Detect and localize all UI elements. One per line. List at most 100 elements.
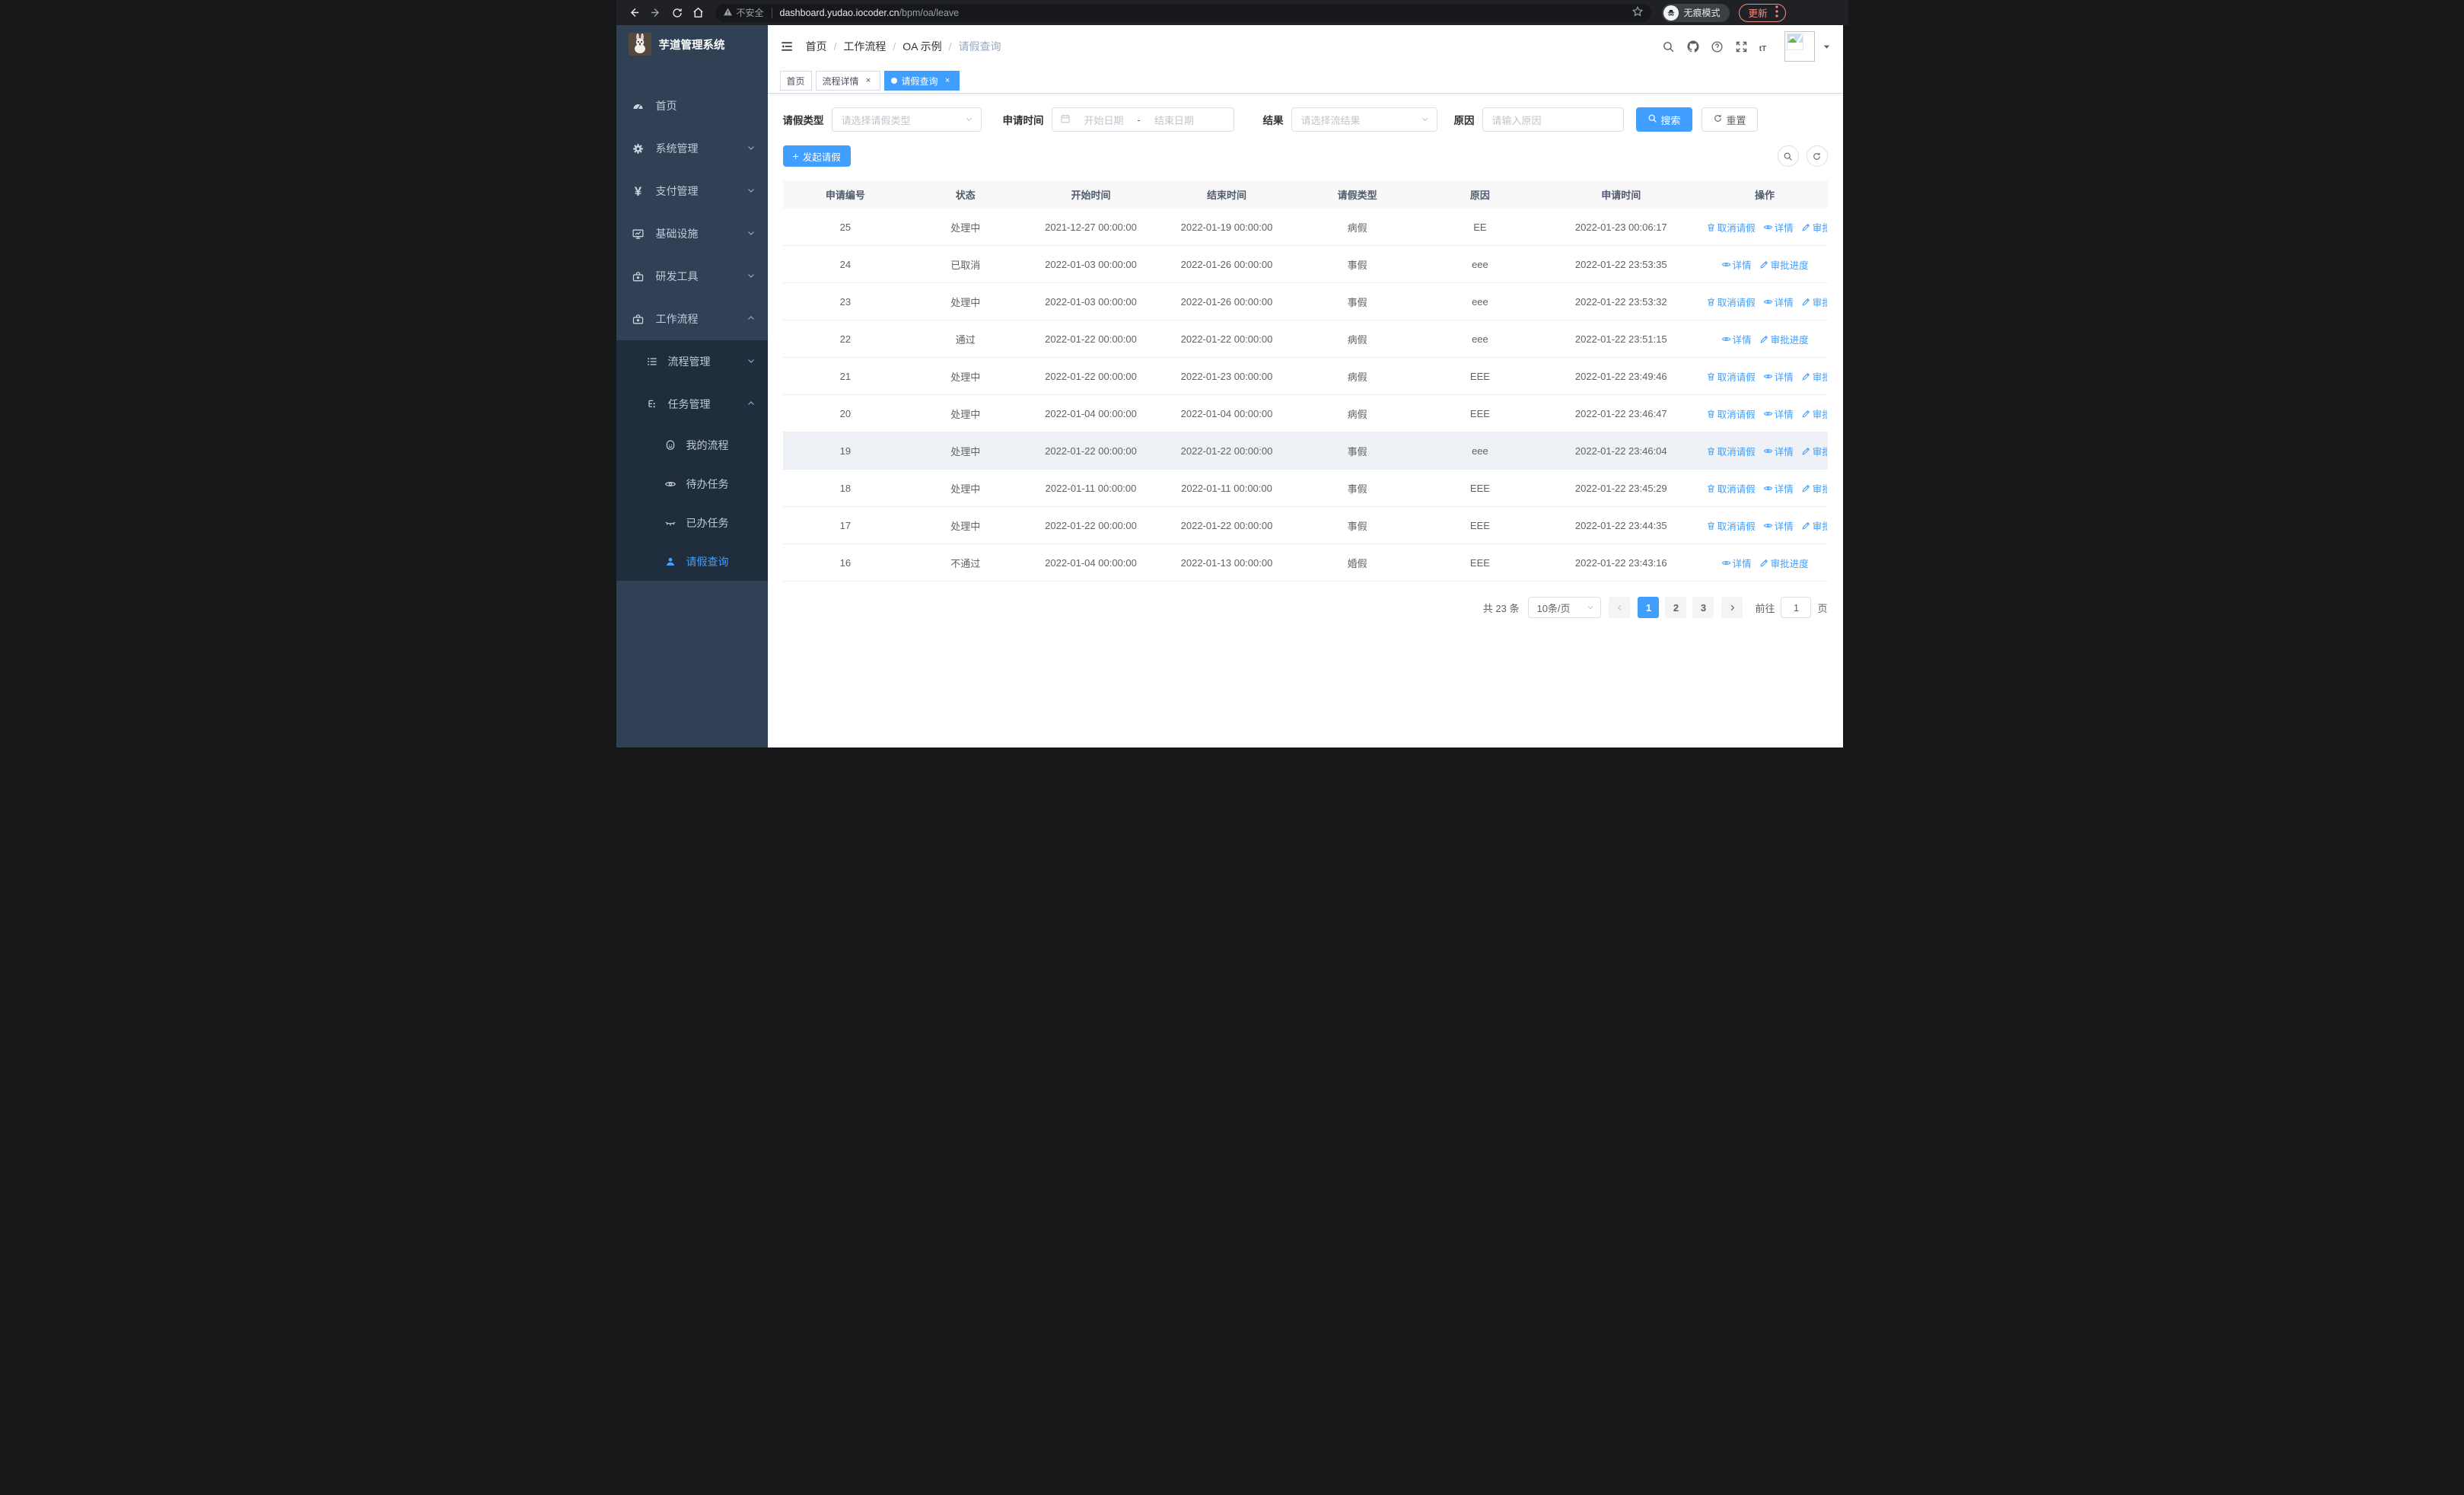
approval-progress-link[interactable]: 审批进度 — [1801, 220, 1827, 234]
detail-link[interactable]: 详情 — [1763, 444, 1794, 458]
sidebar-item-done-tasks[interactable]: 已办任务 — [616, 503, 768, 542]
home-icon[interactable] — [688, 2, 709, 24]
sidebar-item-dev-tools[interactable]: 研发工具 — [616, 255, 768, 298]
next-page-button[interactable] — [1721, 597, 1743, 618]
goto-page-input[interactable]: 1 — [1781, 597, 1812, 618]
detail-link[interactable]: 详情 — [1763, 518, 1794, 533]
approval-progress-link[interactable]: 审批进度 — [1801, 518, 1827, 533]
sidebar-item-home[interactable]: 首页 — [616, 84, 768, 127]
avatar-caret-icon[interactable] — [1823, 43, 1831, 51]
prev-page-button[interactable] — [1609, 597, 1631, 618]
sidebar-item-todo-tasks[interactable]: 待办任务 — [616, 464, 768, 503]
tab-leave-query[interactable]: 请假查询 × — [883, 71, 960, 91]
sidebar-collapse-icon[interactable] — [780, 40, 794, 53]
reason-input[interactable]: 请输入原因 — [1482, 107, 1624, 132]
breadcrumb-oa-example[interactable]: OA 示例 — [903, 39, 941, 54]
sidebar-item-task-management[interactable]: 任务管理 — [616, 383, 768, 426]
cell-id: 23 — [839, 295, 852, 308]
detail-link[interactable]: 详情 — [1763, 369, 1794, 384]
github-icon[interactable] — [1681, 34, 1705, 59]
fullscreen-icon[interactable] — [1730, 34, 1754, 59]
eye-icon — [1763, 225, 1772, 229]
reset-button[interactable]: 重置 — [1701, 107, 1758, 132]
result-select[interactable]: 请选择流结果 — [1291, 107, 1437, 132]
sidebar-item-process-management[interactable]: 流程管理 — [616, 340, 768, 383]
cell-status: 处理中 — [950, 371, 981, 383]
forward-icon[interactable] — [645, 2, 667, 24]
approval-progress-link[interactable]: 审批进度 — [1801, 481, 1827, 496]
refresh-icon — [1713, 113, 1723, 126]
create-leave-button[interactable]: + 发起请假 — [782, 145, 851, 167]
page-button-2[interactable]: 2 — [1665, 597, 1687, 618]
close-icon[interactable]: × — [864, 76, 874, 86]
show-search-toggle-button[interactable] — [1777, 145, 1799, 167]
page-content: 请假类型 请选择请假类型 申请时间 开始日期 - 结束日期 结果 请选择流结果 … — [768, 94, 1843, 748]
cell-id: 18 — [839, 482, 852, 494]
detail-link[interactable]: 详情 — [1763, 295, 1794, 309]
cancel-leave-link[interactable]: 取消请假 — [1706, 444, 1756, 458]
sidebar-item-system[interactable]: 系统管理 — [616, 127, 768, 170]
detail-link[interactable]: 详情 — [1763, 220, 1794, 234]
browser-menu-icon[interactable] — [1775, 5, 1778, 20]
cell-end-time: 2022-01-04 00:00:00 — [1180, 407, 1273, 419]
search-icon — [1647, 113, 1657, 126]
help-icon[interactable] — [1705, 34, 1730, 59]
cancel-leave-link[interactable]: 取消请假 — [1706, 406, 1756, 421]
table-row: 19 处理中 2022-01-22 00:00:00 2022-01-22 00:00… — [782, 432, 1828, 470]
address-bar[interactable]: 不安全 dashboard.yudao.iocoder.cn/bpm/oa/le… — [715, 3, 1651, 22]
page-button-1[interactable]: 1 — [1638, 597, 1660, 618]
page-size-select[interactable]: 10条/页 — [1528, 597, 1602, 618]
cell-reason: eee — [1472, 333, 1488, 345]
cell-actions: 详情 审批进度 — [1702, 257, 1828, 272]
sidebar-item-infrastructure[interactable]: 基础设施 — [616, 212, 768, 255]
browser-update-button[interactable]: 更新 — [1738, 3, 1786, 22]
cancel-leave-link[interactable]: 取消请假 — [1706, 518, 1756, 533]
avatar[interactable] — [1784, 31, 1815, 62]
detail-link[interactable]: 详情 — [1721, 332, 1752, 346]
breadcrumb-home[interactable]: 首页 — [806, 39, 827, 54]
table-row: 17 处理中 2022-01-22 00:00:00 2022-01-22 00:00… — [782, 507, 1828, 544]
approval-progress-link[interactable]: 审批进度 — [1801, 444, 1827, 458]
cancel-leave-link[interactable]: 取消请假 — [1706, 295, 1756, 309]
approval-progress-link[interactable]: 审批进度 — [1759, 556, 1809, 570]
close-icon[interactable]: × — [943, 76, 953, 86]
cancel-leave-link[interactable]: 取消请假 — [1706, 369, 1756, 384]
reload-icon[interactable] — [667, 2, 688, 24]
detail-link[interactable]: 详情 — [1763, 406, 1794, 421]
leave-type-select[interactable]: 请选择请假类型 — [831, 107, 982, 132]
back-icon[interactable] — [624, 2, 645, 24]
approval-progress-link[interactable]: 审批进度 — [1801, 369, 1827, 384]
breadcrumb-workflow[interactable]: 工作流程 — [843, 39, 886, 54]
detail-link[interactable]: 详情 — [1721, 556, 1752, 570]
font-size-icon[interactable]: tT — [1754, 34, 1778, 59]
cell-id: 17 — [839, 519, 852, 531]
cell-actions: 取消请假详情审批进度 — [1702, 481, 1827, 496]
bookmark-star-icon[interactable] — [1632, 5, 1644, 20]
approval-progress-link[interactable]: 审批进度 — [1801, 295, 1827, 309]
detail-link[interactable]: 详情 — [1763, 481, 1794, 496]
approval-progress-link[interactable]: 审批进度 — [1759, 257, 1809, 272]
refresh-table-button[interactable] — [1806, 145, 1828, 167]
approval-progress-link[interactable]: 审批进度 — [1759, 332, 1809, 346]
approval-progress-link[interactable]: 审批进度 — [1801, 406, 1827, 421]
insecure-warning[interactable]: 不安全 — [723, 6, 764, 19]
cancel-leave-link[interactable]: 取消请假 — [1706, 481, 1756, 496]
cancel-leave-link[interactable]: 取消请假 — [1706, 220, 1756, 234]
screen: 不安全 dashboard.yudao.iocoder.cn/bpm/oa/le… — [616, 0, 1848, 748]
tab-process-detail[interactable]: 流程详情 × — [815, 71, 880, 91]
sidebar-item-payment[interactable]: ¥ 支付管理 — [616, 170, 768, 212]
cell-start-time: 2022-01-22 00:00:00 — [1045, 445, 1137, 457]
search-icon[interactable] — [1657, 34, 1681, 59]
apply-time-label: 申请时间 — [1002, 115, 1044, 126]
search-button[interactable]: 搜索 — [1635, 107, 1692, 132]
apply-time-range-picker[interactable]: 开始日期 - 结束日期 — [1051, 107, 1234, 132]
tab-home[interactable]: 首页 — [779, 71, 812, 91]
incognito-icon — [1663, 5, 1679, 21]
sidebar-item-my-process[interactable]: 我的流程 — [616, 426, 768, 464]
sidebar-item-leave-query[interactable]: 请假查询 — [616, 542, 768, 581]
sidebar-item-workflow[interactable]: 工作流程 — [616, 298, 768, 340]
page-button-3[interactable]: 3 — [1692, 597, 1714, 618]
app-logo-row[interactable]: 芋道管理系统 — [616, 25, 768, 63]
detail-link[interactable]: 详情 — [1721, 257, 1752, 272]
pen-icon — [1802, 223, 1810, 231]
